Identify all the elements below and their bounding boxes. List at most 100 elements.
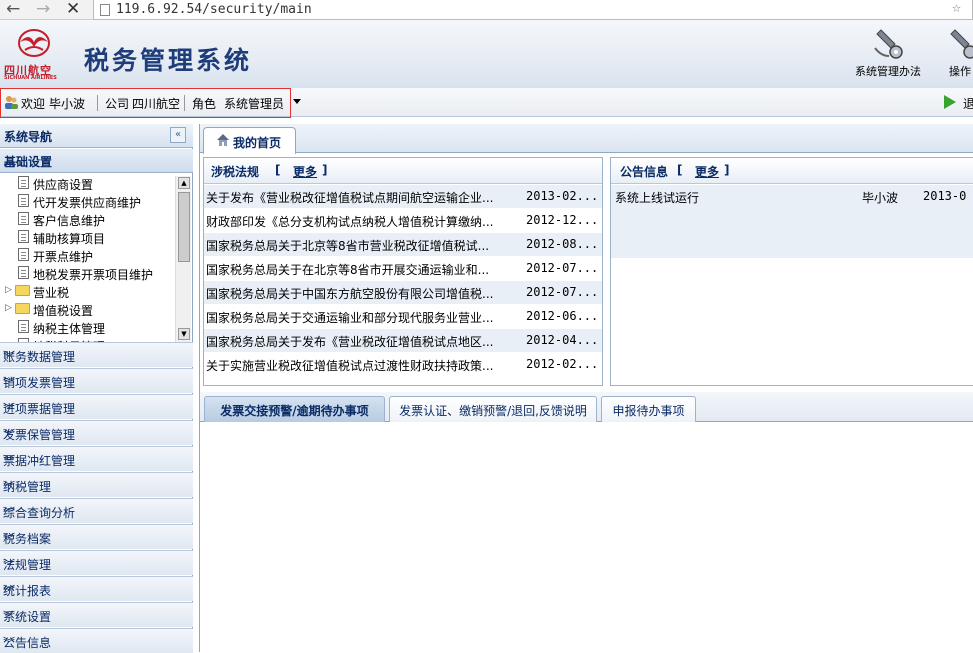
settings-wrench-icon <box>874 29 903 59</box>
document-icon <box>18 320 29 333</box>
sichuan-airlines-logo-icon <box>18 29 50 57</box>
operation-button[interactable]: 操作 <box>945 28 973 79</box>
sidebar-group[interactable]: 发票保管管理 ︾ <box>0 420 193 445</box>
company-label: 公司 <box>105 97 130 111</box>
exit-label[interactable]: 退 <box>963 95 973 112</box>
role-label: 角色 <box>192 97 217 111</box>
tax-law-title[interactable]: 国家税务总局关于交通运输业和部分现代服务业营业... <box>206 309 493 326</box>
tree-item-label: 辅助核算项目 <box>33 232 106 246</box>
chevron-down-icon: ︾ <box>3 350 16 364</box>
tax-law-row[interactable]: 关于实施营业税改征增值税试点过渡性财政扶持政策... 2012-02... <box>204 353 602 376</box>
stop-icon[interactable]: ✕ <box>66 0 80 18</box>
document-icon <box>18 266 29 279</box>
users-icon <box>5 96 18 109</box>
sidebar-group[interactable]: 进项票据管理 ︾ <box>0 394 193 419</box>
sidebar-group[interactable]: 账务数据管理 ︾ <box>0 342 193 367</box>
folder-icon <box>15 303 30 314</box>
operation-label: 操作 <box>949 65 971 78</box>
main-tab-strip: 我的首页 <box>200 124 973 154</box>
main-content: 我的首页 涉税法规 [ 更多 ] 关于发布《营业税改征增值税试点期间航空运输企业… <box>199 124 973 652</box>
notice-row[interactable]: 系统上线试运行 毕小波 2013-0 <box>611 185 973 258</box>
welcome-label: 欢迎 <box>21 97 46 111</box>
tab-my-home-label: 我的首页 <box>233 136 282 150</box>
chevron-down-icon: ︾ <box>3 376 16 390</box>
sidebar-group[interactable]: 法规管理 ︾ <box>0 550 193 575</box>
expand-arrow-icon[interactable]: ▷ <box>5 285 12 295</box>
todo-content-area <box>200 423 973 652</box>
role-value[interactable]: 系统管理员 <box>224 95 284 112</box>
tax-law-date: 2012-08... <box>526 237 599 251</box>
tab-declaration-todo[interactable]: 申报待办事项 <box>601 396 696 422</box>
document-icon <box>18 230 29 243</box>
bracket: [ <box>677 163 683 177</box>
tree-item-label: 供应商设置 <box>33 178 94 192</box>
exit-icon[interactable] <box>944 95 956 109</box>
document-icon <box>18 176 29 189</box>
tax-law-title[interactable]: 国家税务总局关于北京等8省市营业税改征增值税试... <box>206 237 489 254</box>
tab-label: 发票认证、缴销预警/退回,反馈说明 <box>399 404 587 418</box>
sidebar-title: 系统导航 <box>4 130 53 144</box>
chevron-down-icon: ︾ <box>3 480 16 494</box>
system-title: 税务管理系统 <box>84 46 253 75</box>
tax-law-row[interactable]: 国家税务总局关于北京等8省市营业税改征增值税试... 2012-08... <box>204 233 602 256</box>
tax-law-date: 2012-04... <box>526 333 599 347</box>
tab-invoice-handover-warning[interactable]: 发票交接预警/逾期待办事项 <box>204 396 385 422</box>
operation-icon <box>950 29 973 59</box>
welcome-user-name: 毕小波 <box>49 97 86 111</box>
tax-law-title[interactable]: 国家税务总局关于中国东方航空股份有限公司增值税... <box>206 285 493 302</box>
tax-law-row[interactable]: 财政部印发《总分支机构试点纳税人增值税计算缴纳... 2012-12... <box>204 209 602 232</box>
sidebar-group[interactable]: 统计报表 ︾ <box>0 576 193 601</box>
collapse-sidebar-button[interactable]: « <box>170 127 186 143</box>
tree-item-label: 客户信息维护 <box>33 214 106 228</box>
sidebar-group[interactable]: 销项发票管理 ︾ <box>0 368 193 393</box>
bookmark-star-icon[interactable]: ☆ <box>952 0 961 17</box>
divider <box>184 95 185 111</box>
tax-law-row[interactable]: 国家税务总局关于交通运输业和部分现代服务业营业... 2012-06... <box>204 305 602 328</box>
sidebar-title-bar: 系统导航 « <box>0 124 193 148</box>
tax-laws-more-link[interactable]: 更多 <box>293 163 317 180</box>
back-arrow-icon[interactable]: ← <box>6 0 20 18</box>
tree-item-label: 增值税设置 <box>33 304 94 318</box>
navigation-tree: 供应商设置 代开发票供应商维护 客户信息维护 辅助核算项目 开票点维护 地税发票开票项目维… <box>0 174 193 342</box>
tab-label: 发票交接预警/逾期待办事项 <box>220 404 369 418</box>
tax-law-date: 2012-07... <box>526 261 599 275</box>
notices-more-link[interactable]: 更多 <box>695 163 719 180</box>
sidebar-group[interactable]: 综合查询分析 ︾ <box>0 498 193 523</box>
company-value: 四川航空 <box>132 97 181 111</box>
tax-law-title[interactable]: 国家税务总局关于在北京等8省市开展交通运输业和... <box>206 261 489 278</box>
sidebar-group[interactable]: 公告信息 ︾ <box>0 628 193 653</box>
sidebar-group-basic-settings[interactable]: 基础设置 ︽ <box>0 149 193 173</box>
tax-law-title[interactable]: 财政部印发《总分支机构试点纳税人增值税计算缴纳... <box>206 213 493 230</box>
notice-author: 毕小波 <box>862 191 899 205</box>
bracket: ] <box>724 163 730 177</box>
address-bar[interactable]: 119.6.92.54/security/main ☆ <box>93 0 973 20</box>
system-management-rules-button[interactable]: 系统管理办法 <box>855 28 921 79</box>
tax-law-row[interactable]: 国家税务总局关于在北京等8省市开展交通运输业和... 2012-07... <box>204 257 602 280</box>
chevron-down-icon: ︾ <box>3 636 16 650</box>
system-management-rules-label: 系统管理办法 <box>855 65 921 78</box>
tax-law-title[interactable]: 关于发布《营业税改征增值税试点期间航空运输企业... <box>206 189 493 206</box>
tab-my-home[interactable]: 我的首页 <box>203 127 296 154</box>
scroll-up-arrow-icon[interactable]: ▲ <box>178 177 190 189</box>
tax-law-row[interactable]: 国家税务总局关于发布《营业税改征增值税试点地区... 2012-04... <box>204 329 602 352</box>
role-dropdown-icon[interactable] <box>293 99 301 104</box>
scroll-thumb[interactable] <box>178 192 190 262</box>
sidebar-group[interactable]: 票据冲红管理 ︾ <box>0 446 193 471</box>
scroll-down-arrow-icon[interactable]: ▼ <box>178 328 190 340</box>
document-icon <box>18 248 29 261</box>
sidebar-group[interactable]: 系统设置 ︾ <box>0 602 193 627</box>
tab-invoice-authentication-warning[interactable]: 发票认证、缴销预警/退回,反馈说明 <box>389 396 597 422</box>
expand-arrow-icon[interactable]: ▷ <box>5 303 12 313</box>
tree-scrollbar[interactable]: ▲ ▼ <box>175 176 191 342</box>
tax-law-row[interactable]: 国家税务总局关于中国东方航空股份有限公司增值税... 2012-07... <box>204 281 602 304</box>
forward-arrow-icon[interactable]: → <box>36 0 50 18</box>
sidebar-group[interactable]: 税务档案 ︾ <box>0 524 193 549</box>
sidebar-group[interactable]: 纳税管理 ︾ <box>0 472 193 497</box>
tax-law-row[interactable]: 关于发布《营业税改征增值税试点期间航空运输企业... 2013-02... <box>204 185 602 208</box>
tax-law-title[interactable]: 国家税务总局关于发布《营业税改征增值税试点地区... <box>206 333 493 350</box>
chevron-down-icon: ︾ <box>3 532 16 546</box>
tax-law-title[interactable]: 关于实施营业税改征增值税试点过渡性财政扶持政策... <box>206 357 493 374</box>
notices-panel: 公告信息 [ 更多 ] 系统上线试运行 毕小波 2013-0 <box>610 157 973 386</box>
notice-title[interactable]: 系统上线试运行 <box>615 189 699 206</box>
tree-item-label: 地税发票开票项目维护 <box>33 268 154 282</box>
